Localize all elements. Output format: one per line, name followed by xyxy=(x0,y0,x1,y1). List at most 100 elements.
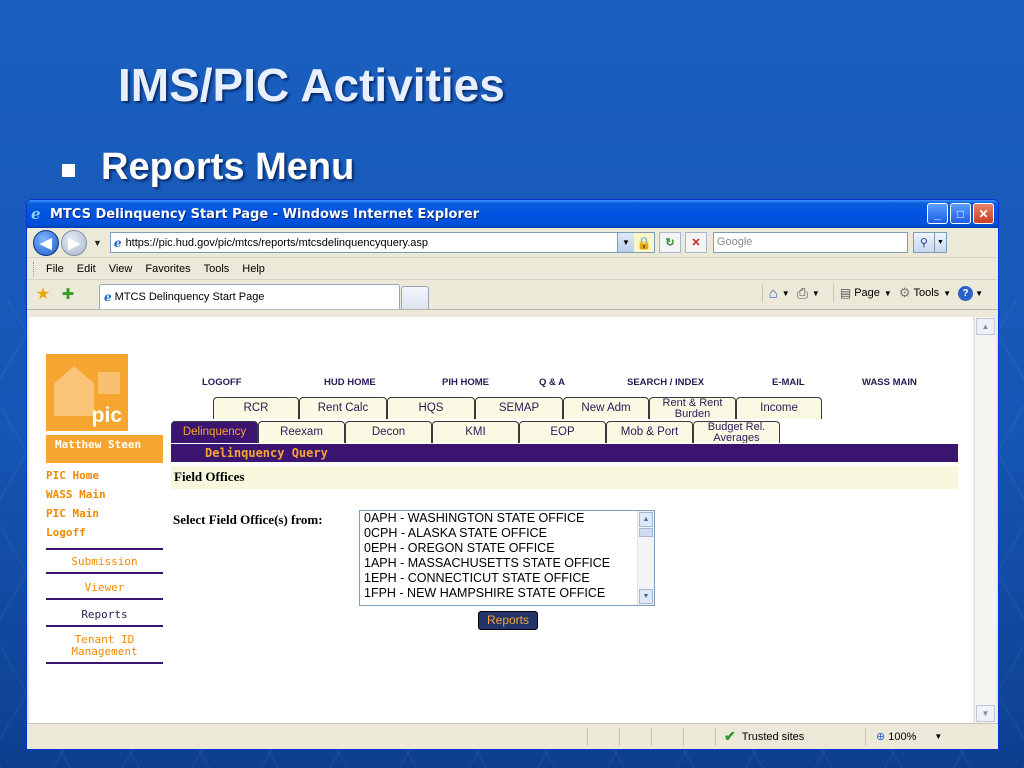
zoom-control[interactable]: ⊕ 100% ▼ xyxy=(865,727,960,746)
minimize-button[interactable]: _ xyxy=(927,203,948,224)
tab-reexam[interactable]: Reexam xyxy=(258,421,345,443)
list-item[interactable]: 0APH - WASHINGTON STATE OFFICE xyxy=(360,511,654,526)
help-dropdown-icon[interactable]: ▼ xyxy=(975,289,983,298)
tools-menu[interactable]: Tools xyxy=(913,287,939,299)
title-bar[interactable]: e MTCS Delinquency Start Page - Windows … xyxy=(27,200,998,228)
scroll-down-icon[interactable]: ▼ xyxy=(639,589,653,604)
maximize-button[interactable]: □ xyxy=(950,203,971,224)
menu-tools[interactable]: Tools xyxy=(204,263,230,275)
print-dropdown-icon[interactable]: ▼ xyxy=(812,289,820,298)
tab-semap[interactable]: SEMAP xyxy=(475,397,563,419)
help-icon[interactable]: ? xyxy=(958,285,974,301)
url-field[interactable]: e https://pic.hud.gov/pic/mtcs/reports/m… xyxy=(109,232,655,253)
scroll-thumb[interactable] xyxy=(639,528,653,537)
url-dropdown-icon[interactable]: ▼ xyxy=(616,233,634,252)
scroll-up-icon[interactable]: ▲ xyxy=(639,512,653,527)
topnav-search-index[interactable]: SEARCH / INDEX xyxy=(627,377,704,388)
pic-logo[interactable]: pic xyxy=(46,354,128,431)
back-button[interactable]: ◀ xyxy=(33,229,59,256)
history-dropdown-icon[interactable]: ▼ xyxy=(93,238,102,248)
tab-mtcs-delinquency[interactable]: e MTCS Delinquency Start Page xyxy=(99,284,400,309)
tab-mob-port[interactable]: Mob & Port xyxy=(606,421,693,443)
close-button[interactable]: ✕ xyxy=(973,203,994,224)
url-text: https://pic.hud.gov/pic/mtcs/reports/mtc… xyxy=(125,236,429,249)
tab-budget-averages[interactable]: Budget Rel. Averages xyxy=(693,421,780,443)
page-scroll-down-icon[interactable]: ▼ xyxy=(976,705,995,722)
topnav-wass-main[interactable]: WASS MAIN xyxy=(862,377,917,388)
list-item[interactable]: 1FPH - NEW HAMPSHIRE STATE OFFICE xyxy=(360,586,654,601)
tools-dropdown-icon[interactable]: ▼ xyxy=(943,289,951,298)
add-favorites-icon[interactable]: ✚ xyxy=(57,282,79,306)
new-tab-button[interactable] xyxy=(401,286,429,309)
lock-icon[interactable]: 🔒 xyxy=(633,233,654,252)
forward-button[interactable]: ▶ xyxy=(61,229,87,256)
topnav-logoff[interactable]: LOGOFF xyxy=(202,377,242,388)
menu-favorites[interactable]: Favorites xyxy=(145,263,190,275)
pic-logo-text: pic xyxy=(91,404,122,427)
slide-bullet: Reports Menu xyxy=(62,146,354,189)
search-input[interactable]: Google xyxy=(712,232,908,253)
tab-hqs[interactable]: HQS xyxy=(387,397,475,419)
tab-income[interactable]: Income xyxy=(736,397,822,419)
zone-label: Trusted sites xyxy=(741,730,805,743)
search-dropdown-icon[interactable]: ▼ xyxy=(934,232,947,253)
stop-button[interactable]: ✕ xyxy=(684,232,707,253)
nav-submission[interactable]: Submission xyxy=(46,555,163,574)
list-item[interactable]: 0CPH - ALASKA STATE OFFICE xyxy=(360,526,654,541)
link-logoff[interactable]: Logoff xyxy=(46,526,86,539)
zoom-dropdown-icon[interactable]: ▼ xyxy=(934,732,942,741)
tab-ie-icon: e xyxy=(104,290,112,304)
list-item[interactable]: 1APH - MASSACHUSETTS STATE OFFICE xyxy=(360,556,654,571)
nav-reports[interactable]: Reports xyxy=(46,608,163,627)
page-icon: ▤ xyxy=(839,286,852,300)
topnav-hud-home[interactable]: HUD HOME xyxy=(324,377,376,388)
menu-edit[interactable]: Edit xyxy=(77,263,96,275)
menu-file[interactable]: File xyxy=(46,263,64,275)
tab-rcr[interactable]: RCR xyxy=(213,397,299,419)
tab-rent-calc[interactable]: Rent Calc xyxy=(299,397,387,419)
window-controls: _ □ ✕ xyxy=(927,203,994,224)
menu-help[interactable]: Help xyxy=(242,263,265,275)
home-dropdown-icon[interactable]: ▼ xyxy=(782,289,790,298)
section-title-bar: Delinquency Query xyxy=(171,444,958,462)
list-item[interactable]: 1EPH - CONNECTICUT STATE OFFICE xyxy=(360,571,654,586)
link-pic-home[interactable]: PIC Home xyxy=(46,469,99,482)
listbox-scrollbar[interactable]: ▲ ▼ xyxy=(637,511,654,605)
link-wass-main[interactable]: WASS Main xyxy=(46,488,106,501)
link-pic-main[interactable]: PIC Main xyxy=(46,507,99,520)
tab-delinquency[interactable]: Delinquency xyxy=(171,421,258,443)
ie-logo-icon: e xyxy=(31,205,41,223)
favorites-star-icon[interactable]: ★ xyxy=(33,282,53,306)
tools-gear-icon: ⚙ xyxy=(898,285,911,300)
field-office-listbox[interactable]: 0APH - WASHINGTON STATE OFFICE 0CPH - AL… xyxy=(359,510,655,606)
security-zone[interactable]: ✔ Trusted sites xyxy=(715,727,865,746)
check-icon: ✔ xyxy=(724,728,736,744)
tab-rent-burden[interactable]: Rent & Rent Burden xyxy=(649,397,736,419)
topnav-q-and-a[interactable]: Q & A xyxy=(539,377,565,388)
page-menu[interactable]: Page xyxy=(854,287,880,299)
bullet-square-icon xyxy=(62,164,75,177)
menu-view[interactable]: View xyxy=(109,263,133,275)
home-icon[interactable]: ⌂ xyxy=(769,285,778,302)
page-scroll-up-icon[interactable]: ▲ xyxy=(976,318,995,335)
zoom-icon: ⊕ xyxy=(876,731,886,743)
topnav-email[interactable]: E-MAIL xyxy=(772,377,805,388)
tab-new-adm[interactable]: New Adm xyxy=(563,397,649,419)
user-name: Matthew Steen xyxy=(46,435,163,463)
tab-decon[interactable]: Decon xyxy=(345,421,432,443)
list-item[interactable]: 0EPH - OREGON STATE OFFICE xyxy=(360,541,654,556)
print-icon[interactable]: ⎙ xyxy=(797,285,808,302)
browser-window: e MTCS Delinquency Start Page - Windows … xyxy=(26,199,999,750)
page-scrollbar[interactable]: ▲ ▼ xyxy=(974,317,996,723)
page-dropdown-icon[interactable]: ▼ xyxy=(884,289,892,298)
command-bar: ⌂ ▼ ⎙ ▼ ▤ Page ▼ ⚙ Tools ▼ ? ▼ xyxy=(756,284,990,302)
nav-viewer[interactable]: Viewer xyxy=(46,581,163,600)
reports-button[interactable]: Reports xyxy=(478,611,538,630)
refresh-button[interactable]: ↻ xyxy=(658,232,681,253)
building-graphic xyxy=(98,372,120,394)
tab-eop[interactable]: EOP xyxy=(519,421,606,443)
search-icon[interactable]: ⚲ xyxy=(912,232,935,253)
nav-tenant-id-management[interactable]: Tenant ID Management xyxy=(46,634,163,664)
tab-kmi[interactable]: KMI xyxy=(432,421,519,443)
topnav-pih-home[interactable]: PIH HOME xyxy=(442,377,489,388)
